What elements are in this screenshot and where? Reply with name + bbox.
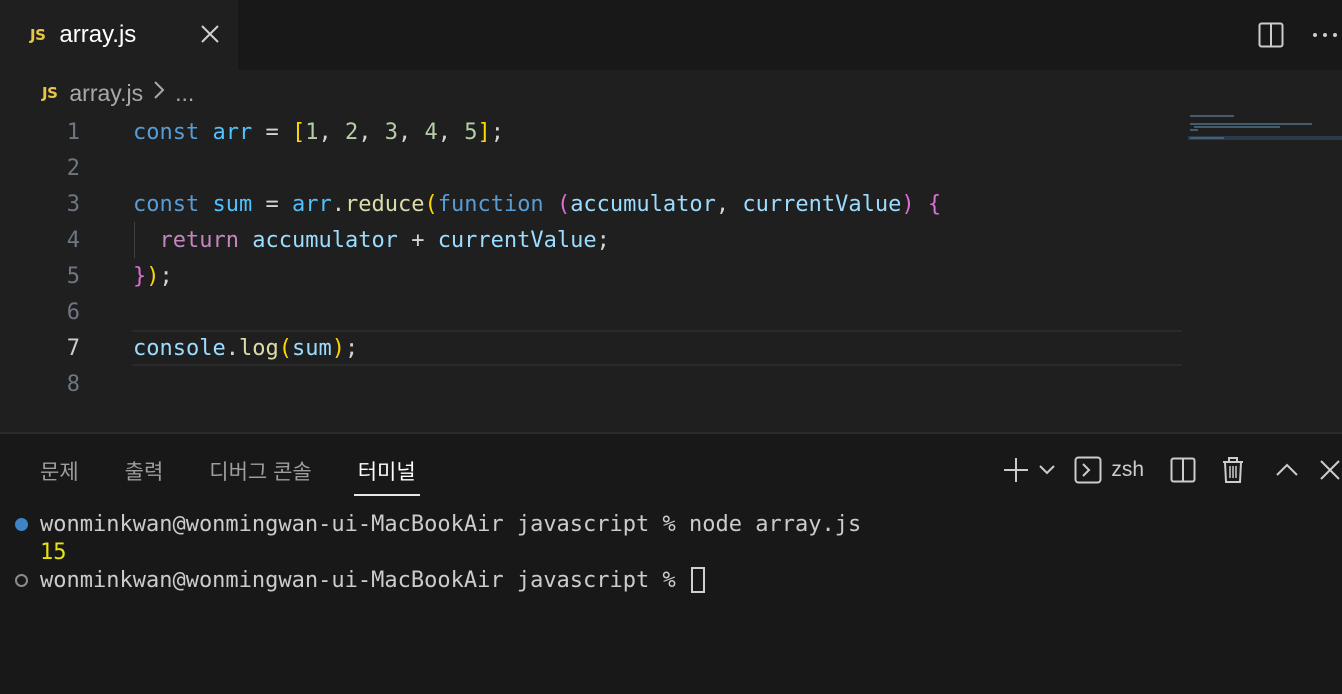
line-number: 5: [66, 263, 80, 289]
tab-problems[interactable]: 문제: [40, 456, 79, 494]
breadcrumb: JS array.js ...: [42, 78, 194, 108]
js-file-icon: JS: [42, 84, 58, 102]
code-line-7: 7 console.log(sum);: [0, 330, 1180, 366]
tab-label: array.js: [59, 21, 137, 48]
tab-array-js[interactable]: JS array.js: [0, 0, 238, 70]
terminal-line-command: wonminkwan@wonmingwan-ui-MacBookAir java…: [40, 511, 862, 537]
command-pending-icon[interactable]: [15, 574, 28, 587]
line-number: 6: [66, 299, 80, 325]
panel-tabs: 문제 출력 디버그 콘솔 터미널: [40, 456, 462, 496]
code-text: const sum = arr.reduce(function (accumul…: [133, 191, 942, 217]
code-line-4: 4 return accumulator + currentValue;: [0, 222, 1180, 258]
minimap-line: [1190, 123, 1312, 125]
editor-tab-bar: JS array.js: [0, 0, 1342, 70]
shell-name[interactable]: zsh: [1111, 458, 1144, 482]
minimap-line: [1190, 129, 1198, 131]
terminal-line-output: 15: [40, 539, 67, 565]
breadcrumb-file[interactable]: array.js: [69, 80, 143, 107]
close-panel-icon[interactable]: [1318, 455, 1342, 485]
chevron-down-icon[interactable]: [1035, 455, 1059, 485]
chevron-up-icon[interactable]: [1272, 455, 1302, 485]
line-number: 2: [66, 155, 80, 181]
split-terminal-icon[interactable]: [1168, 455, 1198, 485]
line-number: 7: [66, 335, 80, 361]
editor-actions: [1254, 18, 1342, 52]
line-number: 8: [66, 371, 80, 397]
terminal-line-prompt: wonminkwan@wonmingwan-ui-MacBookAir java…: [40, 566, 706, 594]
code-text: const arr = [1, 2, 3, 4, 5];: [133, 119, 504, 145]
split-editor-icon[interactable]: [1254, 18, 1288, 52]
code-line-1: 1 const arr = [1, 2, 3, 4, 5];: [0, 114, 1180, 150]
close-icon[interactable]: [198, 22, 222, 46]
panel-actions: zsh: [1001, 454, 1342, 486]
js-file-icon: JS: [30, 26, 46, 44]
code-editor[interactable]: 1 const arr = [1, 2, 3, 4, 5]; 2 3 const…: [0, 112, 1342, 432]
code-line-8: 8: [0, 366, 1180, 402]
code-line-2: 2: [0, 150, 1180, 186]
terminal-prompt: wonminkwan@wonmingwan-ui-MacBookAir java…: [40, 567, 690, 593]
more-actions-icon[interactable]: [1310, 18, 1340, 52]
breadcrumb-more[interactable]: ...: [175, 80, 194, 107]
chevron-right-icon: [153, 80, 165, 106]
line-number: 3: [66, 191, 80, 217]
minimap-line: [1194, 126, 1280, 128]
trash-icon[interactable]: [1218, 455, 1248, 485]
tab-output[interactable]: 출력: [125, 456, 164, 494]
plus-icon[interactable]: [1001, 455, 1031, 485]
minimap[interactable]: [1188, 112, 1342, 152]
tab-terminal[interactable]: 터미널: [353, 456, 420, 496]
terminal-cursor: [691, 567, 706, 593]
minimap-line: [1190, 115, 1234, 117]
bottom-panel: 문제 출력 디버그 콘솔 터미널 zsh wonminkwan@wonmingw…: [0, 432, 1342, 694]
code-line-3: 3 const sum = arr.reduce(function (accum…: [0, 186, 1180, 222]
terminal-icon[interactable]: [1073, 455, 1103, 485]
tab-debug-console[interactable]: 디버그 콘솔: [209, 456, 311, 494]
code-line-5: 5 });: [0, 258, 1180, 294]
line-number: 1: [66, 119, 80, 145]
command-success-icon[interactable]: [15, 518, 28, 531]
code-line-6: 6: [0, 294, 1180, 330]
code-text: return accumulator + currentValue;: [159, 227, 610, 253]
code-text: console.log(sum);: [133, 335, 359, 361]
code-text: });: [133, 263, 173, 289]
minimap-line: [1190, 137, 1224, 139]
line-number: 4: [66, 227, 80, 253]
